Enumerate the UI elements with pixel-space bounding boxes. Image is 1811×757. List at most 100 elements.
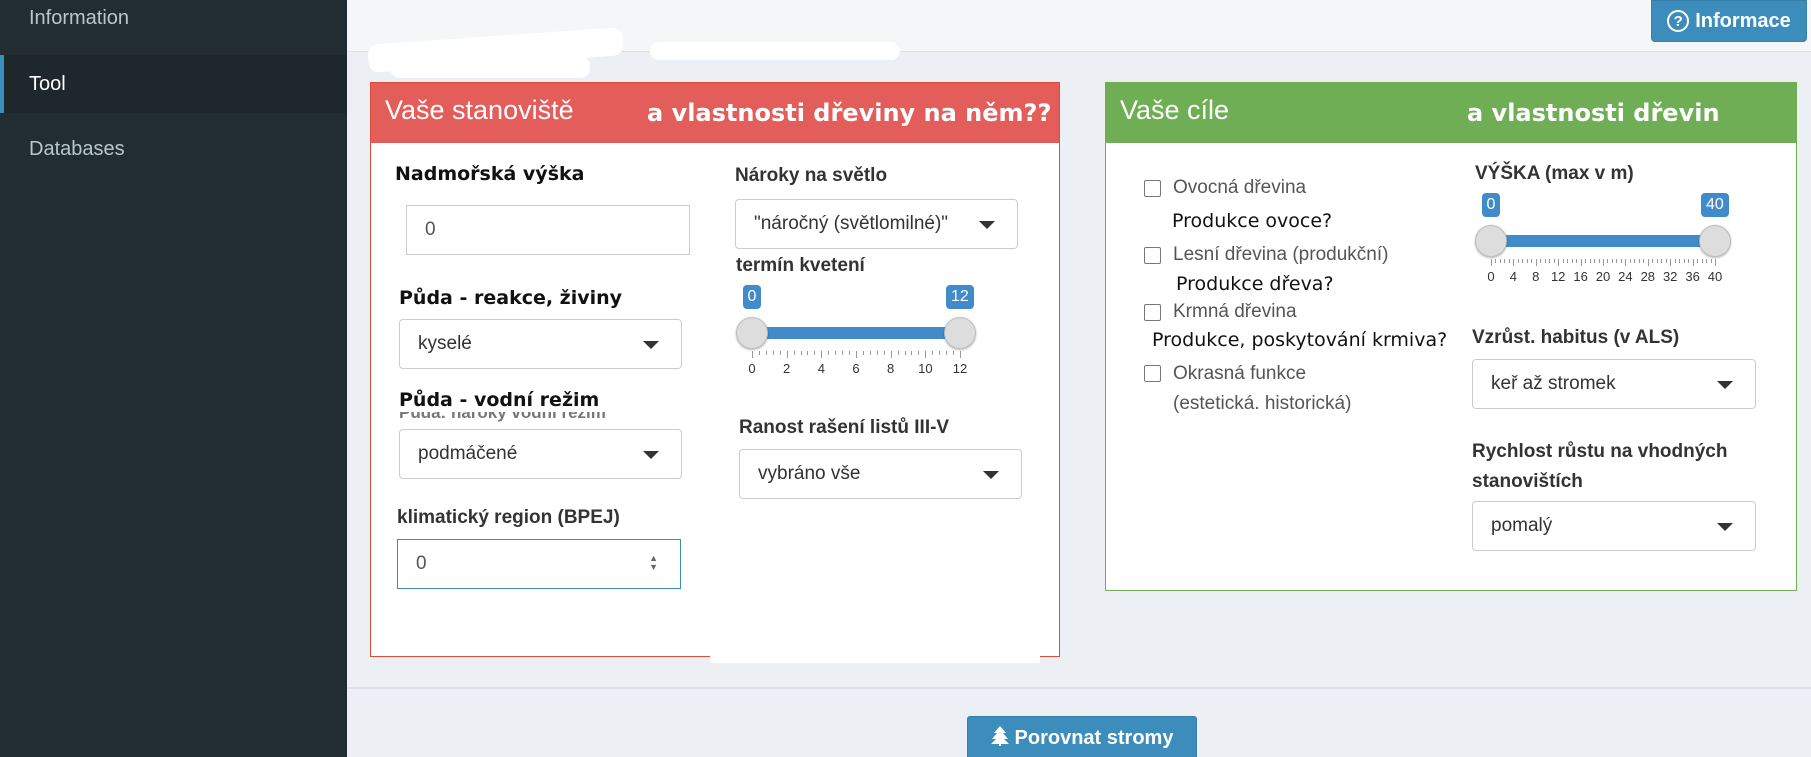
slider-handle-from[interactable]: [736, 317, 768, 349]
slider-tick: [856, 351, 857, 358]
chevron-down-icon: [643, 451, 659, 459]
info-button[interactable]: ? Informace: [1651, 0, 1807, 42]
slider-handle-from[interactable]: [1475, 225, 1507, 257]
leafing-label: Ranost rašení listů III-V: [739, 417, 950, 438]
slider-tick-label: 10: [918, 361, 933, 376]
site-box-overlay-title: a vlastnosti dřeviny na něm??: [647, 99, 1052, 127]
slider-minor-tick: [1585, 259, 1587, 263]
slider-track[interactable]: [752, 327, 960, 339]
soil-water-label: Půda - vodní režim: [399, 389, 606, 411]
altitude-input[interactable]: 0: [406, 205, 690, 255]
soil-reaction-value: kyselé: [418, 333, 472, 354]
leafing-select[interactable]: vybráno vše: [739, 449, 1022, 499]
slider-minor-tick: [953, 351, 955, 355]
checkbox-forest[interactable]: Lesní dřevina (produkční): [1144, 244, 1388, 266]
slider-minor-tick: [842, 351, 844, 355]
slider-tick-label: 28: [1640, 269, 1656, 284]
slider-minor-tick: [1652, 259, 1654, 263]
soil-reaction-select[interactable]: kyselé: [399, 319, 682, 369]
sidebar-item-information[interactable]: Information: [0, 0, 347, 47]
slider-minor-tick: [1499, 259, 1501, 263]
soil-water-select[interactable]: podmáčené: [399, 429, 682, 479]
habitus-select[interactable]: keř až stromek: [1472, 359, 1756, 409]
slider-minor-tick: [1620, 259, 1622, 263]
goals-box-header: Vaše cíle a vlastnosti dřevin: [1106, 83, 1796, 143]
slider-tick-label: 0: [1487, 269, 1495, 284]
slider-tick: [960, 351, 961, 358]
slider-minor-tick: [904, 351, 906, 355]
slider-tick: [1625, 259, 1627, 266]
question-circle-icon: ?: [1667, 10, 1690, 32]
slider-tick: [1491, 259, 1492, 266]
slider-minor-tick: [1589, 259, 1591, 263]
slider-minor-tick: [793, 351, 795, 355]
sidebar: Information Tool Databases: [0, 0, 347, 757]
slider-minor-tick: [1553, 259, 1555, 263]
compare-trees-button[interactable]: Porovnat stromy: [967, 716, 1197, 757]
slider-minor-tick: [1665, 259, 1667, 263]
slider-value-from: 0: [1481, 193, 1501, 217]
habitus-label: Vzrůst. habitus (v ALS): [1472, 327, 1680, 348]
slider-handle-to[interactable]: [1699, 225, 1731, 257]
slider-tick-label: 0: [748, 361, 756, 376]
slider-minor-tick: [1697, 259, 1699, 263]
slider-tick-label: 4: [817, 361, 825, 376]
slider-minor-tick: [1679, 259, 1681, 263]
growth-rate-value: pomalý: [1491, 515, 1553, 536]
slider-minor-tick: [918, 351, 920, 355]
checkbox-fruit[interactable]: Ovocná dřevina: [1144, 177, 1306, 199]
sidebar-item-tool[interactable]: Tool: [0, 55, 347, 113]
slider-tick: [1535, 259, 1537, 266]
slider-value-to: 40: [1701, 193, 1729, 217]
light-value: "náročný (světlomilné)": [754, 213, 949, 234]
checkbox-box[interactable]: [1144, 180, 1161, 197]
slider-tick-label: 40: [1707, 269, 1723, 284]
annotation-fodder: Produkce, poskytování krmiva?: [1152, 329, 1448, 351]
slider-tick-label: 12: [1550, 269, 1566, 284]
slider-minor-tick: [1517, 259, 1519, 263]
soil-water-value: podmáčené: [418, 443, 518, 464]
slider-minor-tick: [897, 351, 899, 355]
height-slider[interactable]: 0 40 0 4 8 12 16 20 24 28 32 36 40: [1475, 193, 1731, 285]
climate-region-input[interactable]: 0 ▲ ▼: [397, 539, 681, 589]
slider-minor-tick: [1634, 259, 1636, 263]
flowering-slider[interactable]: 0 12 0 2 4 6 8 10 12: [736, 285, 976, 377]
slider-minor-tick: [1495, 259, 1497, 263]
light-select[interactable]: "náročný (světlomilné)": [735, 199, 1018, 249]
site-box-header: Vaše stanoviště a vlastnosti dřeviny na …: [371, 83, 1059, 143]
slider-tick: [890, 351, 892, 358]
slider-minor-tick: [1598, 259, 1600, 263]
slider-tick-label: 6: [852, 361, 860, 376]
checkbox-box[interactable]: [1144, 365, 1161, 382]
slider-minor-tick: [1544, 259, 1546, 263]
slider-minor-tick: [932, 351, 934, 355]
slider-minor-tick: [765, 351, 767, 355]
goals-box-overlay-title: a vlastnosti dřevin: [1467, 99, 1720, 127]
goals-box: Vaše cíle a vlastnosti dřevin Ovocná dře…: [1105, 82, 1797, 591]
compare-trees-label: Porovnat stromy: [1014, 727, 1174, 749]
slider-tick-label: 2: [783, 361, 791, 376]
slider-minor-tick: [1638, 259, 1640, 263]
checkbox-ornamental[interactable]: Okrasná funkce (estetická. historická): [1144, 359, 1394, 419]
slider-tick-label: 8: [887, 361, 895, 376]
sidebar-item-label: Information: [29, 6, 130, 29]
growth-rate-select[interactable]: pomalý: [1472, 501, 1756, 551]
soil-reaction-label: Půda - reakce, živiny: [399, 287, 623, 309]
slider-tick: [1558, 259, 1560, 266]
slider-minor-tick: [1526, 259, 1528, 263]
sidebar-item-label: Tool: [29, 72, 66, 95]
checkbox-box[interactable]: [1144, 304, 1161, 321]
climate-region-label: klimatický region (BPEJ): [397, 507, 620, 528]
slider-minor-tick: [1616, 259, 1618, 263]
altitude-value: 0: [425, 219, 436, 240]
chevron-down-icon: [643, 341, 659, 349]
slider-track[interactable]: [1491, 235, 1715, 247]
slider-minor-tick: [869, 351, 871, 355]
checkbox-box[interactable]: [1144, 247, 1161, 264]
sidebar-item-databases[interactable]: Databases: [0, 120, 347, 178]
slider-tick: [821, 351, 823, 358]
slider-minor-tick: [814, 351, 816, 355]
slider-handle-to[interactable]: [944, 317, 976, 349]
slider-minor-tick: [946, 351, 948, 355]
checkbox-fodder[interactable]: Krmná dřevina: [1144, 301, 1297, 323]
